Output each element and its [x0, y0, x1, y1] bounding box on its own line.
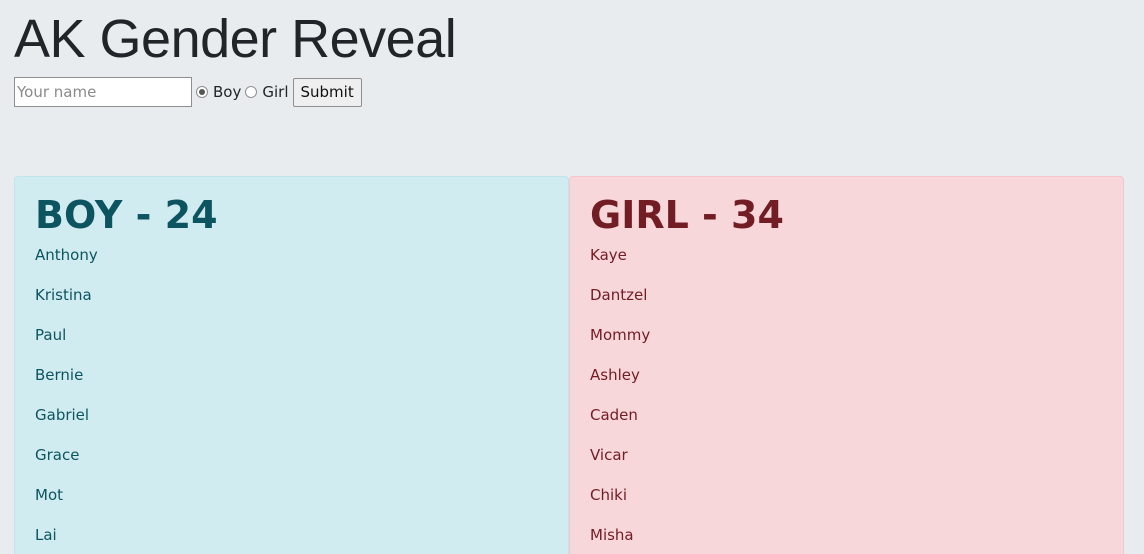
girl-name-list: Kaye Dantzel Mommy Ashley Caden Vicar Ch…	[590, 243, 1103, 554]
list-item: Dantzel	[590, 286, 648, 304]
list-item: Paul	[35, 326, 67, 344]
submit-button[interactable]: Submit	[292, 77, 362, 107]
radio-boy-label[interactable]: Boy	[213, 83, 241, 101]
girl-panel: GIRL - 34 Kaye Dantzel Mommy Ashley Cade…	[569, 176, 1124, 554]
list-item: Mot	[35, 486, 64, 504]
radio-girl[interactable]	[245, 86, 258, 98]
radio-boy[interactable]	[196, 86, 208, 98]
vote-form: Boy Girl Submit	[14, 77, 362, 107]
app: AK Gender Reveal Boy Girl Submit BOY - 2…	[0, 0, 1144, 554]
boy-panel: BOY - 24 Anthony Kristina Paul Bernie Ga…	[14, 176, 569, 554]
list-item: Misha	[590, 526, 634, 544]
list-item: Kaye	[590, 246, 627, 264]
list-item: Vicar	[590, 446, 628, 464]
girl-heading: GIRL - 34	[590, 193, 784, 237]
boy-name-list: Anthony Kristina Paul Bernie Gabriel Gra…	[35, 243, 548, 554]
list-item: Kristina	[35, 286, 92, 304]
list-item: Gabriel	[35, 406, 90, 424]
list-item: Anthony	[35, 246, 98, 264]
radio-girl-option[interactable]: Girl	[245, 83, 289, 101]
list-item: Mommy	[590, 326, 651, 344]
list-item: Caden	[590, 406, 638, 424]
radio-boy-option[interactable]: Boy	[196, 83, 241, 101]
list-item: Lai	[35, 526, 57, 544]
page-title: AK Gender Reveal	[14, 9, 457, 69]
radio-girl-label[interactable]: Girl	[262, 83, 288, 101]
radio-boy-selected-dot	[199, 89, 205, 95]
list-item: Ashley	[590, 366, 640, 384]
list-item: Bernie	[35, 366, 84, 384]
name-input[interactable]	[14, 77, 192, 107]
list-item: Grace	[35, 446, 80, 464]
list-item: Chiki	[590, 486, 628, 504]
boy-heading: BOY - 24	[35, 193, 218, 237]
